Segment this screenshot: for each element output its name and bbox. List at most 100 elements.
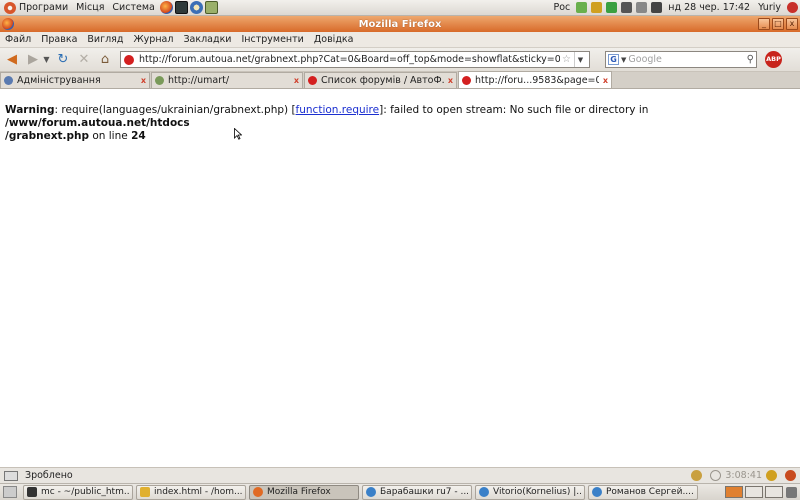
places-menu[interactable]: Місця	[72, 0, 108, 16]
status-bar: Зроблено 3:08:41	[0, 467, 800, 483]
firefox-window-icon[interactable]	[2, 18, 14, 30]
workspace-switcher	[723, 486, 800, 498]
chat-icon	[479, 487, 489, 497]
url-bar[interactable]: http://forum.autoua.net/grabnext.php?Cat…	[120, 51, 590, 68]
places-menu-label: Місця	[76, 2, 105, 13]
url-dropdown-icon[interactable]: ▼	[574, 52, 586, 67]
display-icon[interactable]	[621, 2, 633, 13]
minimize-button[interactable]: _	[758, 18, 770, 30]
user-name[interactable]: Yuriy	[754, 2, 785, 13]
applications-menu-label: Програми	[19, 2, 69, 13]
status-text: Зроблено	[25, 470, 73, 481]
on-line-text: on line	[89, 130, 132, 142]
task-label: Барабашки ru7 - ...	[380, 487, 468, 497]
workspace-2[interactable]	[745, 486, 763, 498]
smiley-icon[interactable]	[766, 470, 777, 481]
home-icon[interactable]: ⌂	[96, 51, 114, 69]
maximize-button[interactable]: □	[772, 18, 784, 30]
terminal-launcher-icon[interactable]	[174, 1, 188, 14]
tab-umart[interactable]: http://umart/ x	[151, 72, 303, 88]
taskbar: mc - ~/public_htm... index.html - /hom..…	[0, 483, 800, 500]
stop-icon[interactable]: ✕	[75, 51, 93, 69]
menu-file[interactable]: Файл	[0, 34, 36, 45]
search-icon[interactable]: ⚲	[747, 54, 754, 65]
search-input[interactable]: Google	[628, 54, 746, 65]
status-page-icon	[4, 470, 18, 481]
workspace-3[interactable]	[765, 486, 783, 498]
url-input[interactable]: http://forum.autoua.net/grabnext.php?Cat…	[139, 54, 560, 65]
task-mc[interactable]: mc - ~/public_htm...	[23, 484, 133, 500]
extension-icon[interactable]	[691, 470, 703, 481]
menu-edit[interactable]: Правка	[36, 34, 82, 45]
task-label: Vitorio(Kornelius) |...	[493, 487, 581, 497]
tab-close-icon[interactable]: x	[448, 76, 453, 85]
task-label: Романов Сергей....	[606, 487, 694, 497]
firefox-launcher-icon[interactable]	[159, 1, 173, 14]
warning-label: Warning	[5, 104, 55, 116]
tools-icon[interactable]	[591, 2, 603, 13]
tab-forum-page-active[interactable]: http://foru...9583&page=0 x	[458, 71, 612, 88]
tab-bar: Адміністрування x http://umart/ x Список…	[0, 71, 800, 89]
line-number: 24	[131, 130, 146, 142]
task-index-html[interactable]: index.html - /hom...	[136, 484, 246, 500]
menu-history[interactable]: Журнал	[128, 34, 178, 45]
back-arrow-icon[interactable]: ◀	[3, 51, 21, 69]
addon-icon[interactable]	[785, 470, 796, 481]
warning-text-1: : require(languages/ukrainian/grabnext.p…	[54, 104, 296, 116]
tab-close-icon[interactable]: x	[294, 76, 299, 85]
search-bar[interactable]: G ▼ Google ⚲	[605, 51, 757, 68]
task-chat-3[interactable]: Романов Сергей....	[588, 484, 698, 500]
history-dropdown-icon[interactable]: ▼	[42, 51, 51, 69]
window-title: Mozilla Firefox	[358, 18, 442, 30]
close-button[interactable]: x	[786, 18, 798, 30]
google-engine-icon[interactable]: G	[608, 54, 619, 65]
task-chat-2[interactable]: Vitorio(Kornelius) |...	[475, 484, 585, 500]
bookmark-star-icon[interactable]: ☆	[562, 54, 571, 65]
firefox-icon	[253, 487, 263, 497]
tab-close-icon[interactable]: x	[141, 76, 146, 85]
volume-icon[interactable]	[651, 2, 663, 13]
menubar: Файл Правка Вигляд Журнал Закладки Інстр…	[0, 32, 800, 48]
applications-menu[interactable]: Програми	[0, 0, 72, 16]
battery-icon[interactable]	[576, 2, 588, 13]
tab-close-icon[interactable]: x	[603, 76, 608, 85]
function-require-link[interactable]: function.require	[296, 104, 380, 116]
site-favicon-icon	[124, 54, 134, 65]
file-path-1: /www/forum.autoua.net/htdocs	[5, 117, 190, 129]
tab-favicon-icon	[155, 76, 164, 85]
show-desktop-icon[interactable]	[3, 486, 17, 498]
thunderbird-launcher-icon[interactable]	[189, 1, 203, 14]
ubuntu-logo-icon	[4, 1, 16, 14]
window-titlebar[interactable]: Mozilla Firefox _ □ x	[0, 16, 800, 32]
menu-view[interactable]: Вигляд	[82, 34, 128, 45]
trash-icon[interactable]	[786, 486, 797, 498]
power-icon[interactable]	[787, 2, 798, 13]
keyboard-layout-indicator[interactable]: Рос	[550, 2, 575, 13]
task-firefox[interactable]: Mozilla Firefox	[249, 484, 359, 500]
printer-icon[interactable]	[636, 2, 648, 13]
status-right: 3:08:41	[687, 470, 800, 481]
system-menu[interactable]: Система	[108, 0, 158, 16]
terminal-icon	[27, 487, 37, 497]
network-icon[interactable]	[606, 2, 618, 13]
engine-dropdown-icon[interactable]: ▼	[621, 56, 626, 64]
menu-tools[interactable]: Інструменти	[236, 34, 308, 45]
tab-favicon-icon	[462, 75, 471, 85]
calculator-launcher-icon[interactable]	[204, 1, 218, 14]
chat-icon	[366, 487, 376, 497]
tab-forum-list[interactable]: Список форумів / АвтоФ... x	[304, 72, 457, 88]
menu-help[interactable]: Довідка	[309, 34, 359, 45]
reload-icon[interactable]: ↻	[54, 51, 72, 69]
file-path-2: /grabnext.php	[5, 130, 90, 142]
clock[interactable]: нд 28 чер. 17:42	[664, 2, 754, 13]
task-label: index.html - /hom...	[154, 487, 242, 497]
forward-arrow-icon[interactable]: ▶	[24, 51, 42, 69]
system-menu-label: Система	[112, 2, 155, 13]
mouse-cursor-icon	[234, 128, 242, 140]
workspace-1[interactable]	[725, 486, 743, 498]
tab-administration[interactable]: Адміністрування x	[0, 72, 150, 88]
adblock-plus-icon[interactable]: ABP	[765, 51, 782, 68]
menu-bookmarks[interactable]: Закладки	[178, 34, 236, 45]
page-content: Warning: require(languages/ukrainian/gra…	[0, 89, 800, 467]
task-chat-1[interactable]: Барабашки ru7 - ...	[362, 484, 472, 500]
